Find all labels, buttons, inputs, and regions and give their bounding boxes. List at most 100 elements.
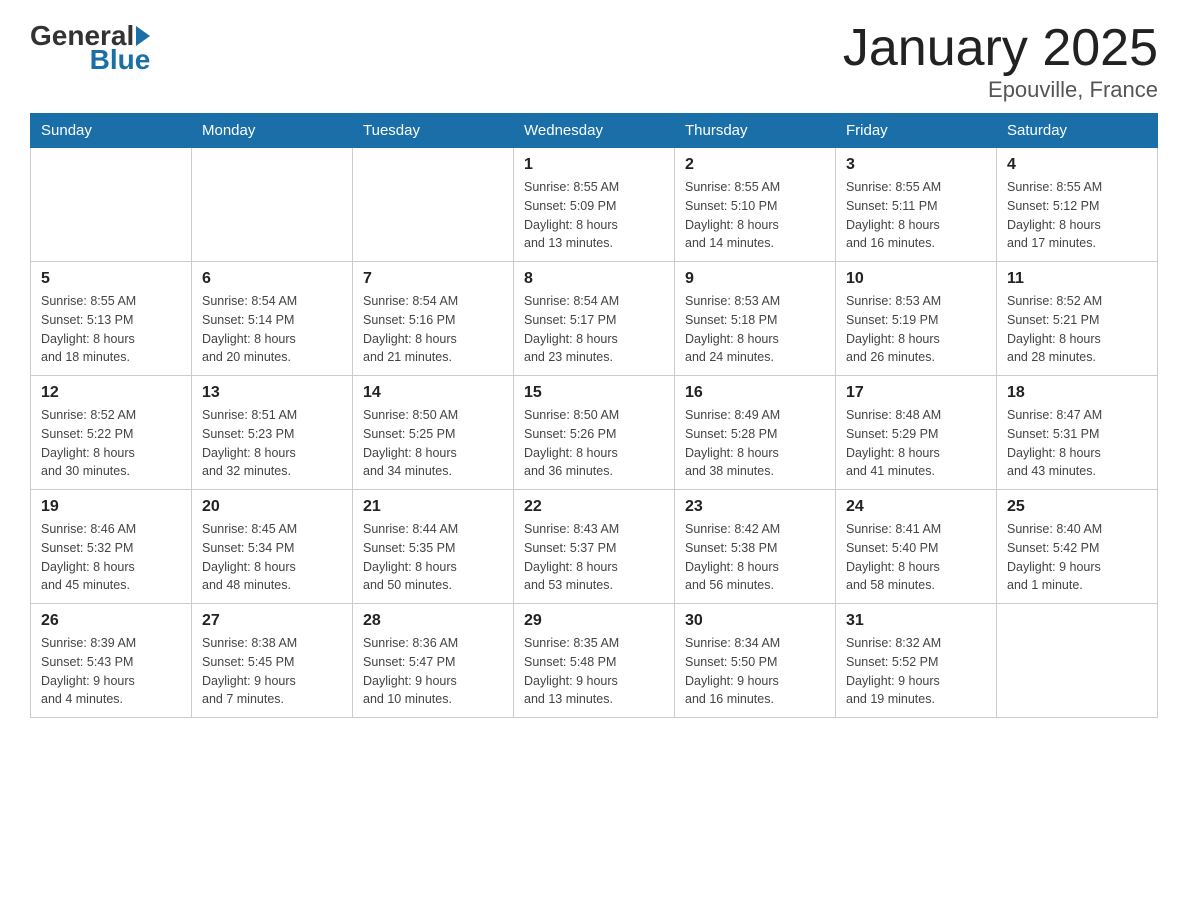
day-info: Sunrise: 8:52 AM Sunset: 5:21 PM Dayligh… <box>1007 292 1147 367</box>
calendar-day-cell: 30 Sunrise: 8:34 AM Sunset: 5:50 PM Dayli… <box>675 604 836 718</box>
day-number: 14 <box>363 384 503 402</box>
calendar-day-cell: 1 Sunrise: 8:55 AM Sunset: 5:09 PM Daylig… <box>514 148 675 262</box>
calendar-weekday-header: Sunday <box>31 114 192 148</box>
calendar-day-cell <box>997 604 1158 718</box>
day-number: 10 <box>846 270 986 288</box>
day-info: Sunrise: 8:40 AM Sunset: 5:42 PM Dayligh… <box>1007 520 1147 595</box>
calendar-week-row: 1 Sunrise: 8:55 AM Sunset: 5:09 PM Daylig… <box>31 148 1158 262</box>
day-number: 16 <box>685 384 825 402</box>
calendar-day-cell: 13Sunrise: 8:51 AM Sunset: 5:23 PM Dayli… <box>192 376 353 490</box>
day-info: Sunrise: 8:55 AM Sunset: 5:11 PM Dayligh… <box>846 178 986 253</box>
day-info: Sunrise: 8:51 AM Sunset: 5:23 PM Dayligh… <box>202 406 342 481</box>
calendar-week-row: 26 Sunrise: 8:39 AM Sunset: 5:43 PM Dayli… <box>31 604 1158 718</box>
calendar-table: SundayMondayTuesdayWednesdayThursdayFrid… <box>30 113 1158 718</box>
calendar-day-cell: 7 Sunrise: 8:54 AM Sunset: 5:16 PM Daylig… <box>353 262 514 376</box>
day-info: Sunrise: 8:34 AM Sunset: 5:50 PM Dayligh… <box>685 634 825 709</box>
calendar-weekday-header: Tuesday <box>353 114 514 148</box>
calendar-weekday-header: Monday <box>192 114 353 148</box>
calendar-week-row: 5Sunrise: 8:55 AM Sunset: 5:13 PM Daylig… <box>31 262 1158 376</box>
calendar-day-cell: 9 Sunrise: 8:53 AM Sunset: 5:18 PM Daylig… <box>675 262 836 376</box>
calendar-day-cell: 5Sunrise: 8:55 AM Sunset: 5:13 PM Daylig… <box>31 262 192 376</box>
day-number: 7 <box>363 270 503 288</box>
day-number: 23 <box>685 498 825 516</box>
calendar-day-cell: 24 Sunrise: 8:41 AM Sunset: 5:40 PM Dayli… <box>836 490 997 604</box>
day-info: Sunrise: 8:48 AM Sunset: 5:29 PM Dayligh… <box>846 406 986 481</box>
day-number: 12 <box>41 384 181 402</box>
day-info: Sunrise: 8:39 AM Sunset: 5:43 PM Dayligh… <box>41 634 181 709</box>
calendar-day-cell: 18 Sunrise: 8:47 AM Sunset: 5:31 PM Dayli… <box>997 376 1158 490</box>
day-number: 28 <box>363 612 503 630</box>
day-number: 4 <box>1007 156 1147 174</box>
day-number: 2 <box>685 156 825 174</box>
day-info: Sunrise: 8:47 AM Sunset: 5:31 PM Dayligh… <box>1007 406 1147 481</box>
calendar-day-cell <box>192 148 353 262</box>
day-info: Sunrise: 8:54 AM Sunset: 5:16 PM Dayligh… <box>363 292 503 367</box>
day-number: 24 <box>846 498 986 516</box>
calendar-day-cell: 12 Sunrise: 8:52 AM Sunset: 5:22 PM Dayli… <box>31 376 192 490</box>
day-number: 8 <box>524 270 664 288</box>
day-info: Sunrise: 8:42 AM Sunset: 5:38 PM Dayligh… <box>685 520 825 595</box>
calendar-day-cell: 4 Sunrise: 8:55 AM Sunset: 5:12 PM Daylig… <box>997 148 1158 262</box>
day-info: Sunrise: 8:53 AM Sunset: 5:18 PM Dayligh… <box>685 292 825 367</box>
day-info: Sunrise: 8:54 AM Sunset: 5:17 PM Dayligh… <box>524 292 664 367</box>
day-info: Sunrise: 8:41 AM Sunset: 5:40 PM Dayligh… <box>846 520 986 595</box>
calendar-day-cell: 3Sunrise: 8:55 AM Sunset: 5:11 PM Daylig… <box>836 148 997 262</box>
day-info: Sunrise: 8:55 AM Sunset: 5:09 PM Dayligh… <box>524 178 664 253</box>
calendar-day-cell: 21 Sunrise: 8:44 AM Sunset: 5:35 PM Dayli… <box>353 490 514 604</box>
day-info: Sunrise: 8:54 AM Sunset: 5:14 PM Dayligh… <box>202 292 342 367</box>
calendar-week-row: 19Sunrise: 8:46 AM Sunset: 5:32 PM Dayli… <box>31 490 1158 604</box>
day-number: 6 <box>202 270 342 288</box>
day-info: Sunrise: 8:55 AM Sunset: 5:13 PM Dayligh… <box>41 292 181 367</box>
calendar-day-cell: 2 Sunrise: 8:55 AM Sunset: 5:10 PM Daylig… <box>675 148 836 262</box>
calendar-week-row: 12 Sunrise: 8:52 AM Sunset: 5:22 PM Dayli… <box>31 376 1158 490</box>
calendar-day-cell: 16 Sunrise: 8:49 AM Sunset: 5:28 PM Dayli… <box>675 376 836 490</box>
calendar-weekday-header: Friday <box>836 114 997 148</box>
page-header: General Blue January 2025 Epouville, Fra… <box>30 20 1158 103</box>
calendar-day-cell: 19Sunrise: 8:46 AM Sunset: 5:32 PM Dayli… <box>31 490 192 604</box>
day-number: 11 <box>1007 270 1147 288</box>
calendar-day-cell: 10 Sunrise: 8:53 AM Sunset: 5:19 PM Dayli… <box>836 262 997 376</box>
calendar-title: January 2025 <box>843 20 1158 77</box>
day-number: 29 <box>524 612 664 630</box>
logo-blue-text: Blue <box>86 44 151 76</box>
day-info: Sunrise: 8:50 AM Sunset: 5:26 PM Dayligh… <box>524 406 664 481</box>
calendar-day-cell: 20 Sunrise: 8:45 AM Sunset: 5:34 PM Dayli… <box>192 490 353 604</box>
day-number: 18 <box>1007 384 1147 402</box>
calendar-day-cell <box>31 148 192 262</box>
day-info: Sunrise: 8:49 AM Sunset: 5:28 PM Dayligh… <box>685 406 825 481</box>
day-info: Sunrise: 8:55 AM Sunset: 5:12 PM Dayligh… <box>1007 178 1147 253</box>
day-number: 20 <box>202 498 342 516</box>
calendar-day-cell: 22 Sunrise: 8:43 AM Sunset: 5:37 PM Dayli… <box>514 490 675 604</box>
day-info: Sunrise: 8:44 AM Sunset: 5:35 PM Dayligh… <box>363 520 503 595</box>
calendar-day-cell: 25Sunrise: 8:40 AM Sunset: 5:42 PM Dayli… <box>997 490 1158 604</box>
day-number: 9 <box>685 270 825 288</box>
calendar-weekday-header: Wednesday <box>514 114 675 148</box>
day-info: Sunrise: 8:50 AM Sunset: 5:25 PM Dayligh… <box>363 406 503 481</box>
calendar-day-cell: 6 Sunrise: 8:54 AM Sunset: 5:14 PM Daylig… <box>192 262 353 376</box>
day-number: 17 <box>846 384 986 402</box>
day-number: 22 <box>524 498 664 516</box>
calendar-day-cell: 26 Sunrise: 8:39 AM Sunset: 5:43 PM Dayli… <box>31 604 192 718</box>
day-number: 15 <box>524 384 664 402</box>
day-number: 26 <box>41 612 181 630</box>
day-info: Sunrise: 8:36 AM Sunset: 5:47 PM Dayligh… <box>363 634 503 709</box>
calendar-day-cell: 17 Sunrise: 8:48 AM Sunset: 5:29 PM Dayli… <box>836 376 997 490</box>
day-info: Sunrise: 8:53 AM Sunset: 5:19 PM Dayligh… <box>846 292 986 367</box>
calendar-day-cell: 8 Sunrise: 8:54 AM Sunset: 5:17 PM Daylig… <box>514 262 675 376</box>
day-info: Sunrise: 8:43 AM Sunset: 5:37 PM Dayligh… <box>524 520 664 595</box>
calendar-day-cell: 29Sunrise: 8:35 AM Sunset: 5:48 PM Dayli… <box>514 604 675 718</box>
day-number: 30 <box>685 612 825 630</box>
calendar-day-cell: 23 Sunrise: 8:42 AM Sunset: 5:38 PM Dayli… <box>675 490 836 604</box>
day-info: Sunrise: 8:45 AM Sunset: 5:34 PM Dayligh… <box>202 520 342 595</box>
calendar-weekday-header: Thursday <box>675 114 836 148</box>
day-number: 1 <box>524 156 664 174</box>
calendar-day-cell: 27Sunrise: 8:38 AM Sunset: 5:45 PM Dayli… <box>192 604 353 718</box>
day-info: Sunrise: 8:55 AM Sunset: 5:10 PM Dayligh… <box>685 178 825 253</box>
calendar-header-row: SundayMondayTuesdayWednesdayThursdayFrid… <box>31 114 1158 148</box>
day-info: Sunrise: 8:38 AM Sunset: 5:45 PM Dayligh… <box>202 634 342 709</box>
day-info: Sunrise: 8:46 AM Sunset: 5:32 PM Dayligh… <box>41 520 181 595</box>
day-info: Sunrise: 8:52 AM Sunset: 5:22 PM Dayligh… <box>41 406 181 481</box>
calendar-day-cell <box>353 148 514 262</box>
day-number: 21 <box>363 498 503 516</box>
calendar-day-cell: 31Sunrise: 8:32 AM Sunset: 5:52 PM Dayli… <box>836 604 997 718</box>
